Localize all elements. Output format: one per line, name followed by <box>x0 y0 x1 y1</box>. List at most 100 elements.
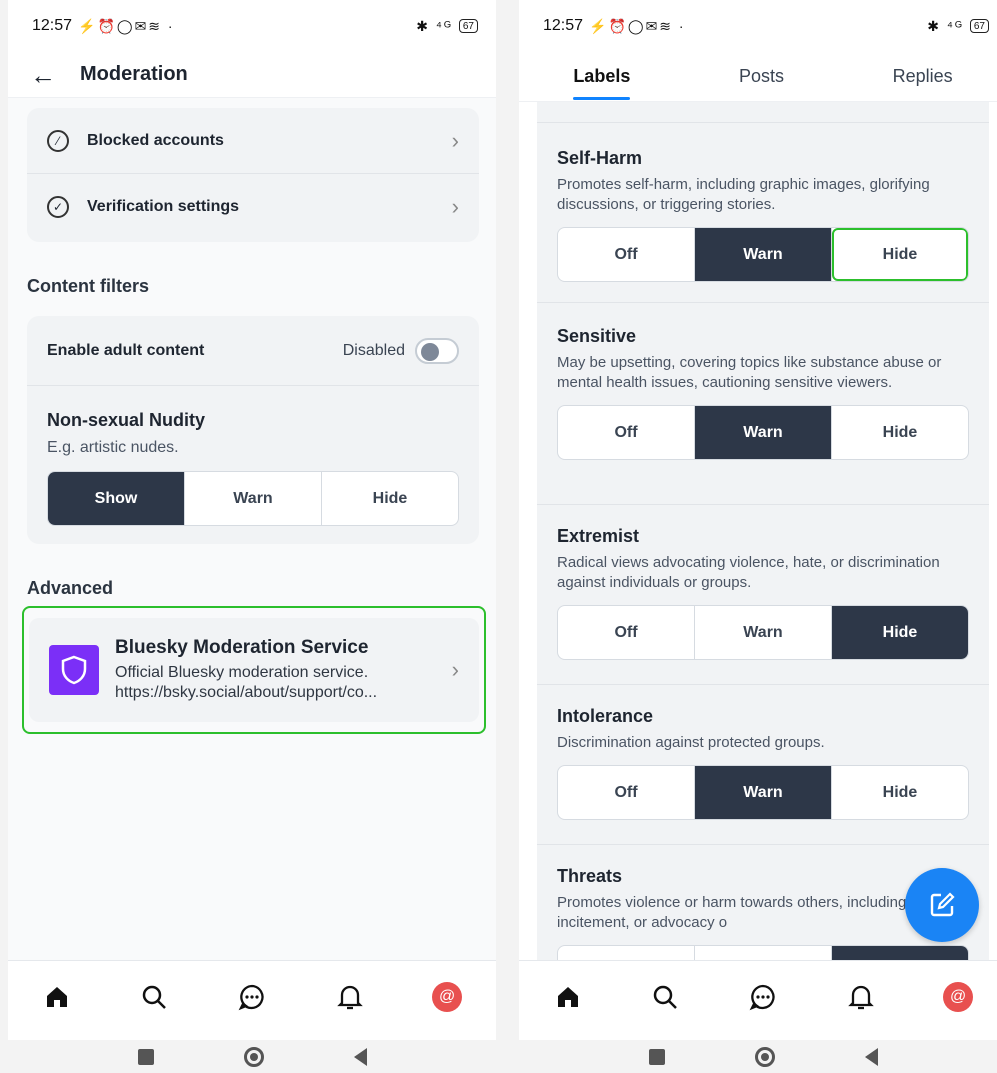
signal-icons: ✱ ⁴ᴳ <box>927 17 964 34</box>
status-icons: ⚡⏰◯✉≋ · <box>589 17 686 34</box>
bell-icon[interactable] <box>333 980 367 1014</box>
check-circle-icon: ✓ <box>47 196 69 218</box>
nudity-segmented-control: Show Warn Hide <box>47 471 459 526</box>
tab-posts[interactable]: Posts <box>739 52 784 102</box>
divider <box>537 302 989 303</box>
status-time: 12:57 <box>543 17 584 34</box>
moderation-service-row[interactable]: Bluesky Moderation Service Official Blue… <box>29 618 479 722</box>
service-name: Bluesky Moderation Service <box>115 637 369 658</box>
label-sensitive: Sensitive May be upsetting, covering top… <box>557 326 969 460</box>
system-nav-right <box>519 1040 997 1073</box>
label-title: Extremist <box>557 526 640 546</box>
advanced-heading: Advanced <box>27 578 114 598</box>
status-bar: 12:57 ⚡⏰◯✉≋ · ✱ ⁴ᴳ 67 <box>519 0 997 52</box>
option-warn[interactable]: Warn <box>695 406 832 459</box>
moderation-service-highlight: Bluesky Moderation Service Official Blue… <box>22 606 486 734</box>
nudity-filter: Non-sexual Nudity E.g. artistic nudes. S… <box>27 386 479 526</box>
divider <box>537 844 989 845</box>
shield-icon <box>49 645 99 695</box>
search-icon[interactable] <box>648 980 682 1014</box>
home-button-icon[interactable] <box>243 1046 264 1067</box>
signal-icons: ✱ ⁴ᴳ <box>416 17 453 34</box>
search-icon[interactable] <box>137 980 171 1014</box>
status-icons: ⚡⏰◯✉≋ · <box>78 17 175 34</box>
block-icon: ⁄ <box>47 129 69 152</box>
profile-avatar[interactable]: @ <box>941 980 975 1014</box>
label-title: Threats <box>557 866 623 886</box>
tab-labels[interactable]: Labels <box>573 52 631 102</box>
option-off[interactable]: Off <box>558 406 695 459</box>
self-harm-segmented-control: Off Warn Hide <box>557 227 969 282</box>
option-off[interactable]: Off <box>558 766 695 819</box>
content-filters-heading: Content filters <box>27 276 150 296</box>
label-title: Intolerance <box>557 706 654 726</box>
service-text: Bluesky Moderation Service Official Blue… <box>115 637 452 703</box>
back-triangle-icon[interactable] <box>353 1047 367 1066</box>
avatar-icon: @ <box>943 981 974 1012</box>
label-desc: May be upsetting, covering topics like s… <box>557 354 942 391</box>
labels-list: Self-Harm Promotes self-harm, including … <box>537 102 989 1000</box>
nudity-option-show[interactable]: Show <box>48 472 185 525</box>
back-triangle-icon[interactable] <box>864 1047 878 1066</box>
home-icon[interactable] <box>551 980 585 1014</box>
chat-icon[interactable] <box>746 980 780 1014</box>
home-button-icon[interactable] <box>754 1046 775 1067</box>
tab-replies[interactable]: Replies <box>893 52 953 102</box>
label-title: Self-Harm <box>557 148 643 168</box>
nudity-option-hide[interactable]: Hide <box>322 472 458 525</box>
option-hide[interactable]: Hide <box>832 606 968 659</box>
option-hide[interactable]: Hide <box>832 406 968 459</box>
option-off[interactable]: Off <box>558 606 695 659</box>
compose-button[interactable] <box>905 868 979 942</box>
status-bar: 12:57 ⚡⏰◯✉≋ · ✱ ⁴ᴳ 67 <box>8 0 496 52</box>
avatar-icon: @ <box>432 981 463 1012</box>
label-title: Sensitive <box>557 326 637 346</box>
adult-content-row: Enable adult content Disabled <box>27 316 479 386</box>
label-desc: Promotes self-harm, including graphic im… <box>557 176 930 213</box>
home-icon[interactable] <box>40 980 74 1014</box>
chevron-right-icon: › <box>451 657 459 682</box>
option-hide[interactable]: Hide <box>832 228 968 281</box>
option-off[interactable]: Off <box>558 228 695 281</box>
recents-icon[interactable] <box>648 1048 665 1065</box>
nudity-option-warn[interactable]: Warn <box>185 472 322 525</box>
battery-icon: 67 <box>969 19 989 33</box>
chevron-right-icon: › <box>451 127 459 153</box>
label-desc: Discrimination against protected groups. <box>557 734 825 751</box>
sensitive-segmented-control: Off Warn Hide <box>557 405 969 460</box>
adult-content-label: Enable adult content <box>47 341 205 359</box>
labels-screen: 12:57 ⚡⏰◯✉≋ · ✱ ⁴ᴳ 67 Labels Posts Replies… <box>519 0 997 1040</box>
blocked-accounts-row[interactable]: ⁄ Blocked accounts › <box>27 108 479 174</box>
verification-settings-row[interactable]: ✓ Verification settings › <box>27 174 479 240</box>
bottom-nav: @ <box>8 960 496 1032</box>
moderation-screen: 12:57 ⚡⏰◯✉≋ · ✱ ⁴ᴳ 67 ← Moderation ⁄ Block… <box>8 0 496 1040</box>
extremist-segmented-control: Off Warn Hide <box>557 605 969 660</box>
label-desc: Radical views advocating violence, hate,… <box>557 554 940 591</box>
page-header: ← Moderation <box>8 52 496 98</box>
back-arrow-icon[interactable]: ← <box>30 62 56 88</box>
system-nav-left <box>8 1040 496 1073</box>
divider <box>537 504 989 505</box>
label-self-harm: Self-Harm Promotes self-harm, including … <box>557 148 969 282</box>
bottom-nav: @ <box>519 960 997 1032</box>
nudity-desc: E.g. artistic nudes. <box>47 439 179 456</box>
option-warn[interactable]: Warn <box>695 766 832 819</box>
recents-icon[interactable] <box>137 1048 154 1065</box>
profile-avatar[interactable]: @ <box>430 980 464 1014</box>
divider <box>537 122 989 123</box>
battery-icon: 67 <box>458 19 478 33</box>
adult-content-toggle[interactable] <box>415 337 459 364</box>
page-title: Moderation <box>80 63 188 85</box>
label-extremist: Extremist Radical views advocating viole… <box>557 526 969 660</box>
adult-content-status: Disabled <box>342 341 405 359</box>
bell-icon[interactable] <box>844 980 878 1014</box>
blocked-accounts-label: Blocked accounts <box>87 131 224 149</box>
option-warn[interactable]: Warn <box>695 228 832 281</box>
content-area: ⁄ Blocked accounts › ✓ Verification sett… <box>8 98 496 960</box>
option-hide[interactable]: Hide <box>832 766 968 819</box>
status-time: 12:57 <box>32 17 73 34</box>
option-warn[interactable]: Warn <box>695 606 832 659</box>
chat-icon[interactable] <box>235 980 269 1014</box>
compose-icon <box>930 892 955 917</box>
service-url: https://bsky.social/about/support/co... <box>115 684 378 701</box>
